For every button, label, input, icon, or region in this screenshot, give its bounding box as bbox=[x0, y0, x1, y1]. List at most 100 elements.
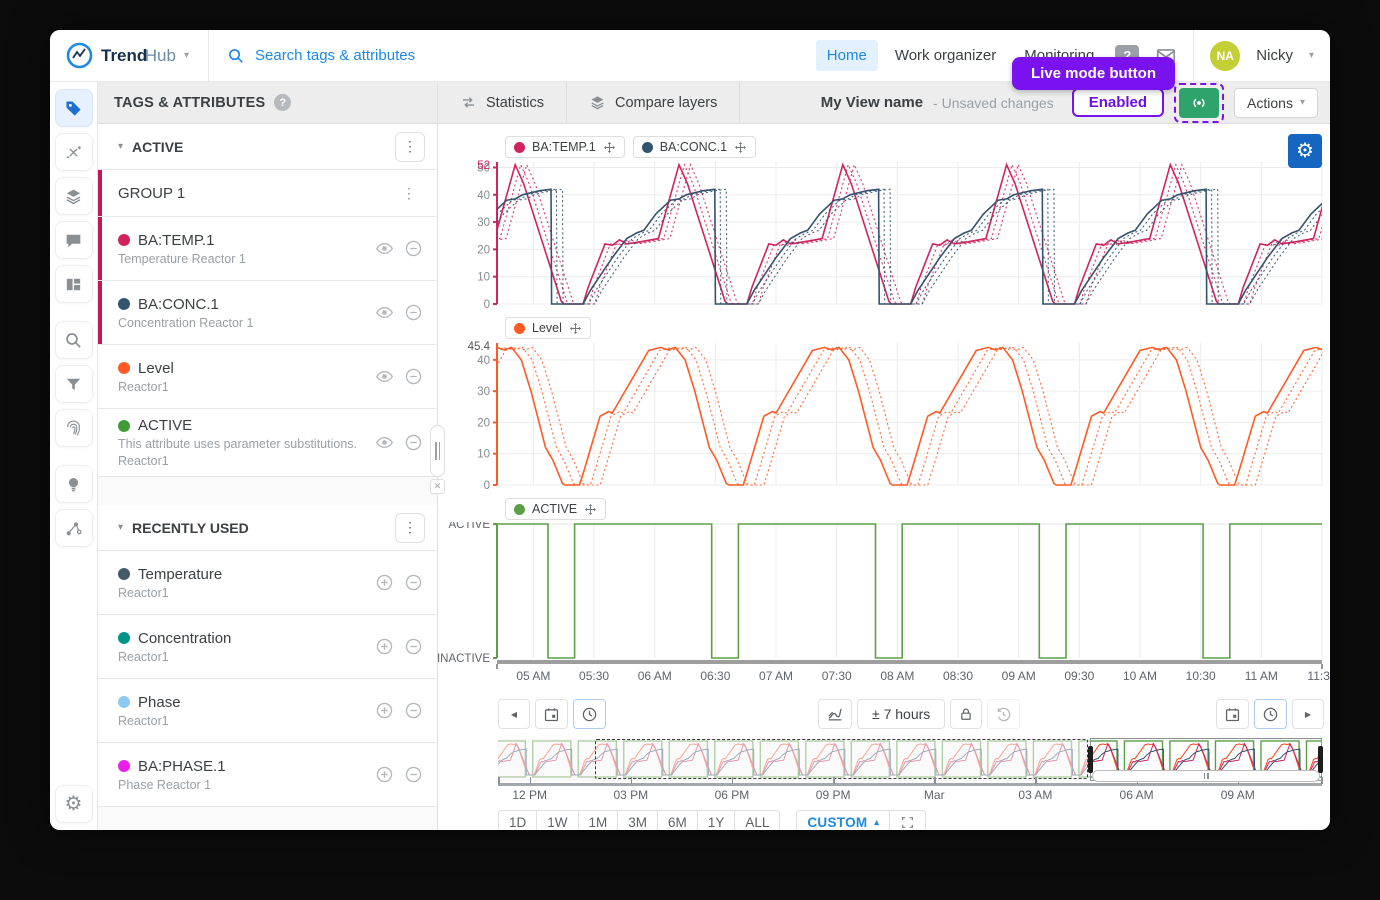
time-range-button[interactable]: ± 7 hours bbox=[857, 699, 945, 729]
chevron-down-icon[interactable]: ▾ bbox=[118, 141, 123, 152]
tag-item-level[interactable]: Level Reactor1 bbox=[98, 345, 437, 409]
panel-collapse-icon[interactable]: ✕ bbox=[430, 479, 445, 494]
remove-button[interactable] bbox=[404, 573, 423, 592]
section-header-active[interactable]: ▾ ACTIVE ⋮ bbox=[98, 124, 437, 170]
trend-chart-active: ACTIVE ACTIVEINACTIVE05 AM05:3006 AM06:3… bbox=[438, 498, 1330, 693]
start-time-button[interactable] bbox=[573, 699, 606, 729]
selection-scrollbar[interactable] bbox=[1092, 770, 1320, 782]
tag-item-temperature[interactable]: Temperature Reactor1 bbox=[98, 551, 437, 615]
brand-chevron-down-icon[interactable]: ▾ bbox=[184, 50, 189, 61]
rail-recommendations-button[interactable] bbox=[55, 465, 93, 503]
end-time-button[interactable] bbox=[1254, 699, 1287, 729]
start-calendar-button[interactable] bbox=[535, 699, 568, 729]
rail-settings-button[interactable]: ⚙ bbox=[55, 785, 93, 823]
zoom-preset-6m[interactable]: 6M bbox=[658, 810, 698, 830]
zoom-preset-1d[interactable]: 1D bbox=[498, 810, 537, 830]
chart-plot[interactable]: 0102030405052 bbox=[438, 160, 1330, 310]
live-mode-button[interactable] bbox=[1179, 88, 1219, 118]
trend-scale-button[interactable] bbox=[818, 699, 852, 729]
nav-tab-work-organizer[interactable]: Work organizer bbox=[884, 40, 1007, 71]
legend-chip-active[interactable]: ACTIVE bbox=[505, 498, 606, 520]
zoom-preset-3m[interactable]: 3M bbox=[618, 810, 658, 830]
nav-tab-home[interactable]: Home bbox=[816, 40, 878, 71]
add-button[interactable] bbox=[375, 637, 394, 656]
rail-search-button[interactable] bbox=[55, 321, 93, 359]
remove-button[interactable] bbox=[404, 765, 423, 784]
tag-item-concentration[interactable]: Concentration Reactor1 bbox=[98, 615, 437, 679]
user-name[interactable]: Nicky bbox=[1256, 47, 1293, 64]
add-button[interactable] bbox=[375, 573, 394, 592]
zoom-preset-all[interactable]: ALL bbox=[735, 810, 780, 830]
search-input[interactable] bbox=[255, 47, 555, 64]
enabled-annotation-button[interactable]: Enabled bbox=[1072, 88, 1164, 117]
remove-button[interactable] bbox=[404, 701, 423, 720]
svg-text:ACTIVE: ACTIVE bbox=[448, 522, 490, 531]
legend-chip-ba-temp-1[interactable]: BA:TEMP.1 bbox=[505, 136, 625, 158]
chart-plot[interactable]: 01020304045.4 bbox=[438, 341, 1330, 491]
group-menu-button[interactable]: ⋮ bbox=[393, 185, 425, 202]
visibility-button[interactable] bbox=[375, 367, 394, 386]
visibility-button[interactable] bbox=[375, 433, 394, 452]
eye-icon bbox=[375, 303, 394, 322]
lock-range-button[interactable] bbox=[950, 699, 982, 729]
custom-range-button[interactable]: CUSTOM▴ bbox=[796, 810, 890, 830]
chevron-down-icon[interactable]: ▾ bbox=[118, 522, 123, 533]
tag-item-ba-temp-1[interactable]: BA:TEMP.1 Temperature Reactor 1 bbox=[98, 217, 437, 281]
remove-button[interactable] bbox=[404, 433, 423, 452]
rail-tags-button[interactable] bbox=[55, 89, 93, 127]
panel-resizer[interactable]: ✕ bbox=[430, 425, 445, 494]
rail-dashboard-button[interactable] bbox=[55, 265, 93, 303]
remove-button[interactable] bbox=[404, 637, 423, 656]
visibility-button[interactable] bbox=[375, 239, 394, 258]
section-menu-button[interactable]: ⋮ bbox=[395, 132, 425, 162]
remove-button[interactable] bbox=[404, 303, 423, 322]
tag-name: BA:CONC.1 bbox=[138, 296, 219, 313]
trend-chart-level: Level 01020304045.4 bbox=[438, 317, 1330, 496]
user-chevron-down-icon[interactable]: ▾ bbox=[1309, 50, 1314, 61]
chart-plot[interactable]: ACTIVEINACTIVE05 AM05:3006 AM06:3007 AM0… bbox=[438, 522, 1330, 688]
add-button[interactable] bbox=[375, 701, 394, 720]
add-button[interactable] bbox=[375, 765, 394, 784]
visibility-button[interactable] bbox=[375, 303, 394, 322]
rail-formulas-button[interactable] bbox=[55, 133, 93, 171]
end-calendar-button[interactable] bbox=[1216, 699, 1249, 729]
selection-right-handle[interactable] bbox=[1318, 746, 1323, 773]
rail-filter-button[interactable] bbox=[55, 365, 93, 403]
brand-name-light: Hub bbox=[145, 46, 176, 65]
remove-button[interactable] bbox=[404, 239, 423, 258]
tag-item-ba-phase-1[interactable]: BA:PHASE.1 Phase Reactor 1 bbox=[98, 743, 437, 807]
axis-line bbox=[498, 783, 1322, 786]
avatar[interactable]: NA bbox=[1210, 41, 1240, 71]
rail-fingerprint-button[interactable] bbox=[55, 409, 93, 447]
step-forward-button[interactable]: ▶ bbox=[1292, 699, 1324, 729]
fit-screen-button[interactable] bbox=[890, 810, 926, 830]
section-header-recently-used[interactable]: ▾ RECENTLY USED ⋮ bbox=[98, 505, 437, 551]
zoom-preset-1w[interactable]: 1W bbox=[537, 810, 578, 830]
rail-comments-button[interactable] bbox=[55, 221, 93, 259]
step-back-button[interactable]: ◀ bbox=[498, 699, 530, 729]
section-menu-button[interactable]: ⋮ bbox=[395, 513, 425, 543]
zoom-preset-1y[interactable]: 1Y bbox=[698, 810, 736, 830]
rail-layers-button[interactable] bbox=[55, 177, 93, 215]
app-logo[interactable]: Trend Hub ▾ bbox=[50, 42, 208, 69]
zoom-preset-1m[interactable]: 1M bbox=[579, 810, 619, 830]
tag-item-active[interactable]: ACTIVE This attribute uses parameter sub… bbox=[98, 409, 437, 477]
chart-settings-button[interactable]: ⚙ bbox=[1288, 134, 1322, 168]
context-bar[interactable] bbox=[498, 739, 1322, 781]
context-dashed-region bbox=[595, 739, 1087, 779]
history-button[interactable] bbox=[987, 699, 1020, 729]
compare-layers-button[interactable]: Compare layers bbox=[567, 82, 740, 124]
tag-item-ba-conc-1[interactable]: BA:CONC.1 Concentration Reactor 1 bbox=[98, 281, 437, 345]
remove-button[interactable] bbox=[404, 367, 423, 386]
group-header[interactable]: GROUP 1⋮ bbox=[98, 170, 437, 217]
panel-resize-handle[interactable] bbox=[430, 425, 445, 477]
statistics-button[interactable]: Statistics bbox=[438, 82, 567, 124]
rail-context-items-button[interactable] bbox=[55, 509, 93, 547]
tag-note: This attribute uses parameter substituti… bbox=[118, 437, 375, 451]
panel-help-icon[interactable]: ? bbox=[274, 94, 291, 111]
selection-left-handle[interactable] bbox=[1088, 746, 1093, 773]
actions-button[interactable]: Actions▾ bbox=[1234, 88, 1318, 118]
legend-chip-level[interactable]: Level bbox=[505, 317, 591, 339]
tag-item-phase[interactable]: Phase Reactor1 bbox=[98, 679, 437, 743]
legend-chip-ba-conc-1[interactable]: BA:CONC.1 bbox=[633, 136, 756, 158]
